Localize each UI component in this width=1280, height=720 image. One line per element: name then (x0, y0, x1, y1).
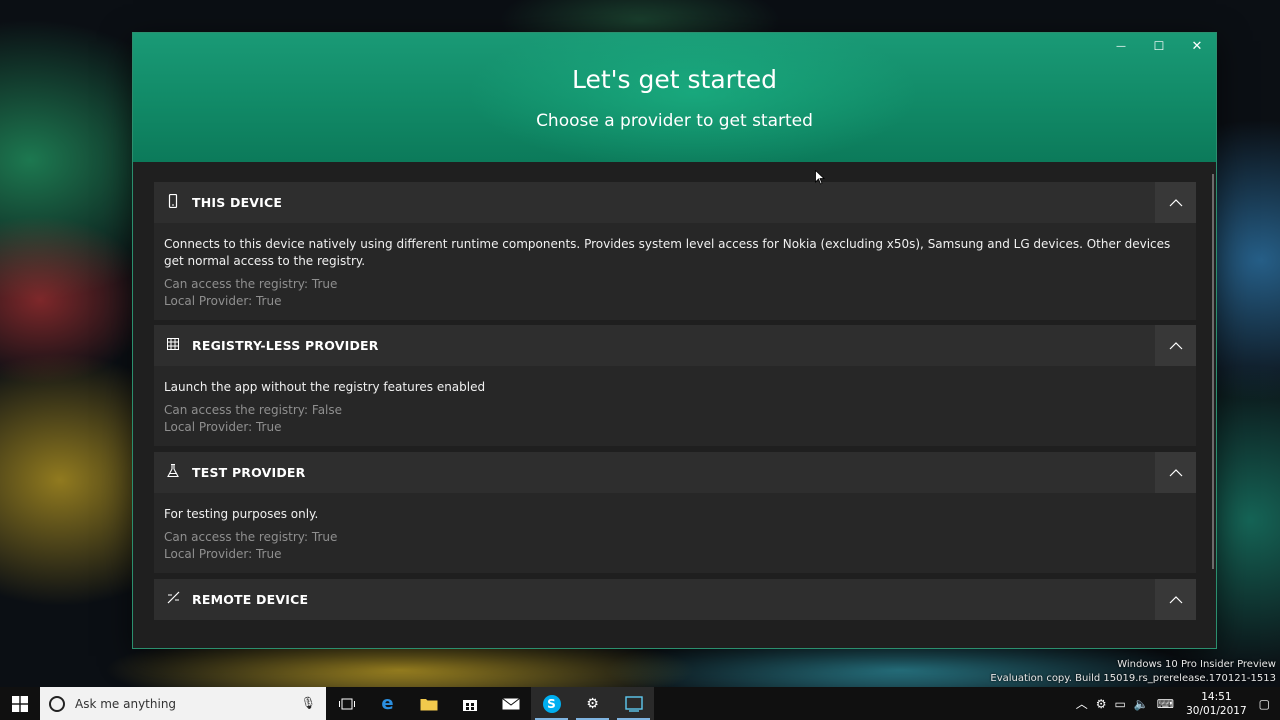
interop-tools-icon (624, 695, 643, 712)
mail-button[interactable] (490, 687, 531, 720)
window-controls: — ☐ ✕ (1102, 33, 1216, 59)
watermark-line-2: Evaluation copy. Build 15019.rs_prerelea… (990, 673, 1276, 684)
edge-icon: e (381, 693, 394, 714)
task-view-icon (338, 698, 355, 709)
provider-body: For testing purposes only. Can access th… (154, 493, 1196, 573)
app-window: — ☐ ✕ Let's get started Choose a provide… (133, 33, 1216, 648)
settings-icon[interactable]: ⚙ (1096, 697, 1107, 711)
interop-tools-button[interactable] (613, 687, 654, 720)
remote-icon (154, 591, 192, 608)
chevron-up-icon (1169, 198, 1182, 206)
clock[interactable]: 14:51 30/01/2017 (1186, 690, 1247, 718)
close-button[interactable]: ✕ (1178, 33, 1216, 59)
provider-header[interactable]: THIS DEVICE (154, 182, 1196, 223)
collapse-button[interactable] (1155, 182, 1196, 223)
provider-registry-access: Can access the registry: True (164, 277, 338, 291)
minimize-button[interactable]: — (1102, 33, 1140, 59)
provider-title: TEST PROVIDER (192, 465, 306, 480)
provider-header[interactable]: TEST PROVIDER (154, 452, 1196, 493)
clock-date: 30/01/2017 (1186, 704, 1247, 717)
provider-body: Connects to this device natively using d… (154, 223, 1196, 320)
folder-icon (420, 698, 437, 710)
page-title: Let's get started (572, 65, 777, 94)
cortana-search-box[interactable]: Ask me anything 🎙 (40, 687, 326, 720)
provider-local: Local Provider: True (164, 294, 282, 308)
build-watermark: Windows 10 Pro Insider Preview Evaluatio… (990, 658, 1276, 686)
registry-app-icon: ⚙ (586, 695, 599, 712)
task-view-button[interactable] (326, 687, 367, 720)
provider-title: REGISTRY-LESS PROVIDER (192, 338, 379, 353)
taskbar: Ask me anything 🎙 e S ⚙ ︿ ⚙ ▭ 🔈 ⌨ 14:51 … (0, 687, 1280, 720)
store-icon (462, 699, 477, 711)
chevron-up-icon[interactable]: ︿ (1076, 695, 1088, 712)
collapse-button[interactable] (1155, 325, 1196, 366)
clock-time: 14:51 (1201, 690, 1232, 703)
provider-local: Local Provider: True (164, 420, 282, 434)
chevron-up-icon (1169, 595, 1182, 603)
provider-card-test: TEST PROVIDER For testing purposes only.… (154, 452, 1196, 573)
file-explorer-button[interactable] (408, 687, 449, 720)
provider-title: THIS DEVICE (192, 195, 283, 210)
provider-body: Launch the app without the registry feat… (154, 366, 1196, 446)
action-center-icon[interactable]: ▢ (1259, 697, 1270, 711)
provider-card-registry-less: REGISTRY-LESS PROVIDER Launch the app wi… (154, 325, 1196, 446)
chevron-up-icon (1169, 341, 1182, 349)
maximize-icon: ☐ (1153, 39, 1165, 53)
provider-header[interactable]: REMOTE DEVICE (154, 579, 1196, 620)
mouse-cursor (815, 170, 825, 185)
minimize-icon: — (1116, 40, 1126, 52)
close-icon: ✕ (1191, 38, 1203, 54)
skype-icon: S (542, 694, 561, 713)
page-subtitle: Choose a provider to get started (536, 111, 813, 131)
network-icon[interactable]: ▭ (1115, 697, 1126, 711)
keyboard-icon[interactable]: ⌨ (1157, 697, 1174, 711)
search-placeholder: Ask me anything (75, 696, 177, 711)
maximize-button[interactable]: ☐ (1140, 33, 1178, 59)
start-button[interactable] (0, 687, 40, 720)
provider-card-remote: REMOTE DEVICE (154, 579, 1196, 620)
phone-icon (154, 193, 192, 212)
provider-local: Local Provider: True (164, 547, 282, 561)
collapse-button[interactable] (1155, 579, 1196, 620)
provider-card-this-device: THIS DEVICE Connects to this device nati… (154, 182, 1196, 320)
watermark-line-1: Windows 10 Pro Insider Preview (1117, 659, 1276, 670)
chevron-up-icon (1169, 468, 1182, 476)
edge-button[interactable]: e (367, 687, 408, 720)
provider-list[interactable]: THIS DEVICE Connects to this device nati… (133, 162, 1216, 648)
skype-button[interactable]: S (531, 687, 572, 720)
system-tray: ︿ ⚙ ▭ 🔈 ⌨ 14:51 30/01/2017 ▢ (1072, 687, 1280, 720)
microphone-icon[interactable]: 🎙 (301, 696, 316, 710)
cortana-icon (49, 695, 65, 712)
mail-icon (501, 697, 520, 709)
volume-icon[interactable]: 🔈 (1134, 697, 1149, 711)
provider-description: Launch the app without the registry feat… (164, 380, 486, 394)
store-button[interactable] (449, 687, 490, 720)
provider-description: For testing purposes only. (164, 507, 319, 521)
flask-icon (154, 463, 192, 481)
grid-icon (154, 337, 192, 354)
scrollbar[interactable] (1212, 174, 1214, 569)
provider-registry-access: Can access the registry: True (164, 530, 338, 544)
registry-app-button[interactable]: ⚙ (572, 687, 613, 720)
provider-header[interactable]: REGISTRY-LESS PROVIDER (154, 325, 1196, 366)
provider-title: REMOTE DEVICE (192, 592, 309, 607)
window-header: — ☐ ✕ Let's get started Choose a provide… (133, 33, 1216, 162)
windows-logo-icon (12, 695, 28, 712)
collapse-button[interactable] (1155, 452, 1196, 493)
provider-description: Connects to this device natively using d… (164, 237, 1171, 268)
provider-registry-access: Can access the registry: False (164, 403, 343, 417)
